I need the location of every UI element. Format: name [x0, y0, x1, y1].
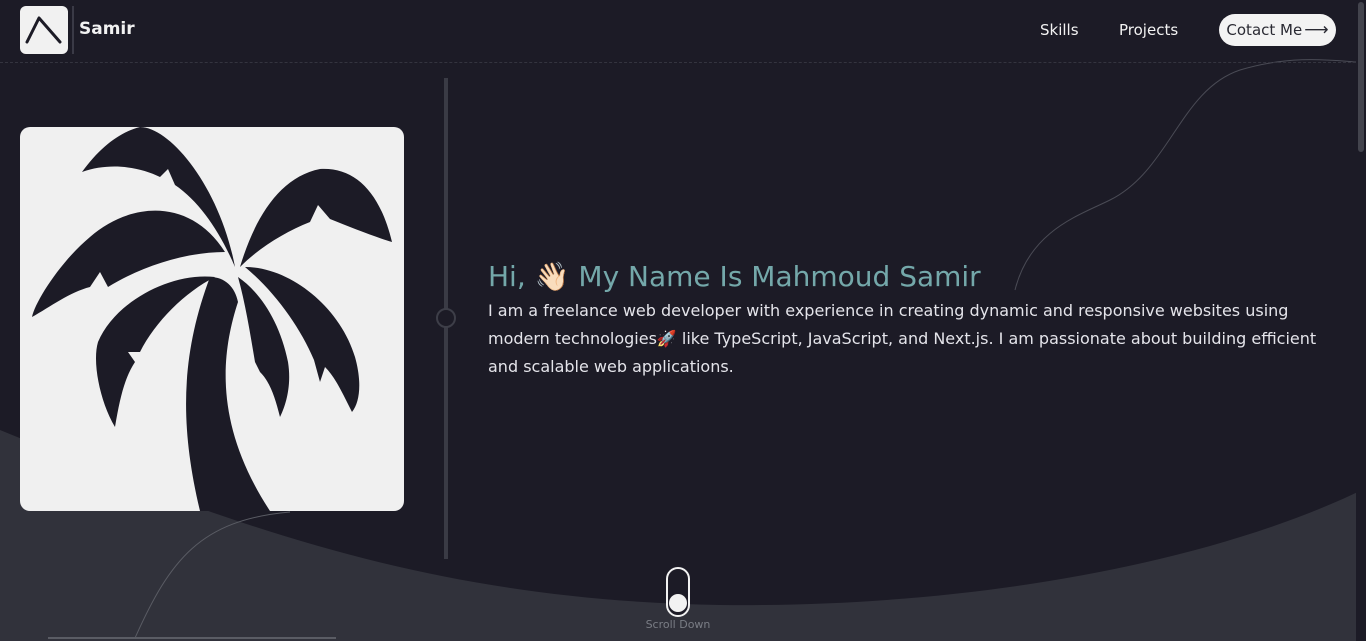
timeline-dot: [436, 308, 456, 328]
contact-me-button[interactable]: Cotact Me ⟶: [1219, 14, 1336, 46]
waving-hand-emoji: 👋🏻: [534, 260, 570, 293]
logo-chevron-icon: [25, 16, 62, 44]
scroll-down-label: Scroll Down: [645, 618, 711, 631]
brand-name[interactable]: Samir: [79, 19, 135, 39]
logo-divider: [72, 6, 74, 54]
logo[interactable]: [20, 6, 68, 54]
contact-me-label: Cotact Me: [1226, 21, 1303, 39]
nav-skills-link[interactable]: Skills: [1040, 21, 1079, 39]
hero-description: I am a freelance web developer with expe…: [488, 297, 1338, 381]
hero-title: Hi, 👋🏻 My Name Is Mahmoud Samir: [488, 260, 981, 293]
greeting-text: Hi,: [488, 260, 526, 293]
page-scrollbar[interactable]: [1356, 0, 1366, 641]
bottom-strip: [48, 637, 336, 639]
decorative-curve-top: [1014, 59, 1357, 291]
mouse-scroll-icon[interactable]: [666, 567, 690, 617]
scrollbar-thumb[interactable]: [1358, 2, 1364, 152]
scroll-ball: [669, 594, 687, 612]
arrow-right-icon: ⟶: [1304, 19, 1329, 40]
avatar: [20, 127, 404, 511]
page: Samir Skills Projects Cotact Me ⟶ Hi, 👋🏻…: [0, 0, 1366, 641]
nav-projects-link[interactable]: Projects: [1119, 21, 1178, 39]
name-text: My Name Is Mahmoud Samir: [578, 260, 981, 293]
palm-tree-icon: [32, 127, 392, 511]
rocket-emoji: 🚀: [656, 329, 677, 348]
site-header: Samir Skills Projects Cotact Me ⟶: [0, 0, 1356, 63]
